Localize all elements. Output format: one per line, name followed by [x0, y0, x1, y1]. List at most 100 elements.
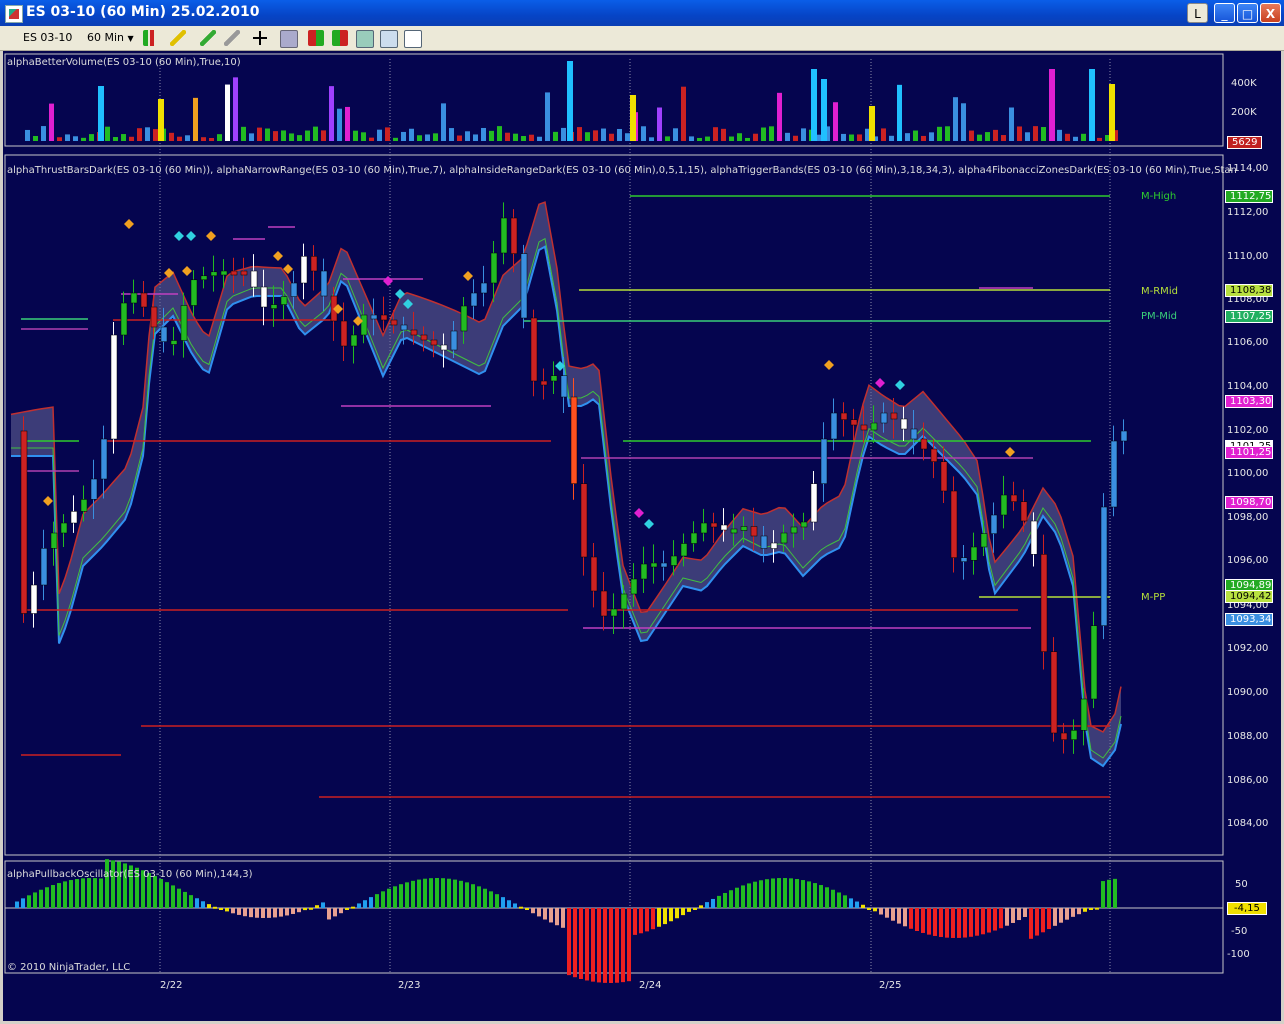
chart-area[interactable]: alphaBetterVolume(ES 03-10 (60 Min),True…	[3, 51, 1281, 1021]
candle-body	[730, 528, 738, 534]
oscillator-bar	[483, 888, 487, 908]
volume-bar	[945, 126, 950, 141]
price-tag: 1112,75	[1225, 190, 1273, 203]
volume-bar	[89, 134, 94, 141]
volume-bar	[769, 126, 774, 141]
volume-bar	[217, 134, 222, 141]
oscillator-bar	[249, 908, 253, 918]
volume-bar	[841, 133, 846, 141]
volume-bar	[593, 130, 598, 141]
volume-bar	[1057, 129, 1062, 141]
oscillator-bar	[915, 908, 919, 932]
volume-bar	[1009, 107, 1014, 141]
oscillator-bar	[921, 908, 925, 933]
draw-tool-icon[interactable]	[200, 30, 216, 46]
oscillator-bar	[399, 884, 403, 908]
time-axis-label: 2/23	[398, 980, 421, 991]
oscillator-bar	[783, 878, 787, 908]
volume-bar	[81, 137, 86, 141]
price-axis-label: 1092,00	[1227, 643, 1269, 654]
volume-bar	[297, 135, 302, 141]
oscillator-bar	[699, 905, 703, 908]
oscillator-bar	[423, 878, 427, 908]
candle-body	[180, 305, 188, 341]
oscillator-bar	[477, 886, 481, 908]
indicators-icon[interactable]	[332, 30, 348, 46]
level-label-m-pp: M-PP	[1141, 592, 1166, 603]
level-label-m-high: M-High	[1141, 191, 1177, 202]
oscillator-bar	[525, 908, 529, 910]
volume-bar	[537, 136, 542, 141]
interval-selector[interactable]: 60 Min ▼	[84, 29, 137, 47]
candle-body	[40, 548, 48, 586]
volume-bar	[121, 134, 126, 141]
volume-bar-peak	[869, 106, 875, 141]
draw-tool-disabled-icon[interactable]	[224, 30, 240, 46]
price-axis-label: 1098,00	[1227, 512, 1269, 523]
trigger-band-cloud	[11, 202, 1121, 766]
volume-bar	[889, 135, 894, 141]
maximize-button[interactable]: □	[1237, 3, 1258, 23]
volume-bar	[353, 130, 358, 141]
instrument-selector[interactable]: ES 03-10 ▼	[20, 29, 81, 61]
oscillator-bar	[597, 908, 601, 983]
oscillator-bar	[69, 880, 73, 908]
template-icon[interactable]	[404, 30, 422, 48]
oscillator-bar	[381, 891, 385, 908]
candle-body	[690, 532, 698, 544]
oscillator-bar	[651, 908, 655, 930]
candle-body	[850, 419, 858, 426]
oscillator-bar	[1053, 908, 1057, 926]
pencil-icon[interactable]	[170, 30, 186, 46]
signal-diamond	[383, 276, 393, 286]
oscillator-bar	[897, 908, 901, 924]
oscillator-bar	[33, 892, 37, 908]
strategies-icon[interactable]	[356, 30, 374, 48]
signal-diamond	[895, 380, 905, 390]
candle-body	[250, 270, 258, 288]
oscillator-bar	[801, 880, 805, 908]
copyright-text: © 2010 NinjaTrader, LLC	[7, 962, 131, 973]
oscillator-bar	[675, 908, 679, 919]
oscillator-bar	[591, 908, 595, 982]
volume-bar	[969, 130, 974, 141]
oscillator-bar	[453, 879, 457, 908]
data-box-icon[interactable]	[308, 30, 324, 46]
candle-body	[670, 555, 678, 566]
close-button[interactable]: X	[1260, 3, 1281, 23]
oscillator-bar	[171, 885, 175, 908]
oscillator-bar	[543, 908, 547, 920]
oscillator-bar	[1113, 878, 1117, 908]
crosshair-icon[interactable]	[252, 30, 268, 46]
candle-body	[290, 282, 298, 297]
minimize-button[interactable]: _	[1214, 3, 1235, 23]
zoom-icon[interactable]	[280, 30, 298, 48]
oscillator-bar	[627, 908, 631, 982]
volume-bar	[177, 136, 182, 141]
oscillator-bar	[513, 903, 517, 908]
volume-bar	[1097, 137, 1102, 141]
oscillator-bar	[603, 908, 607, 983]
bar-style-icon[interactable]	[143, 30, 159, 46]
oscillator-bar	[267, 908, 271, 918]
link-button[interactable]: L	[1187, 3, 1208, 23]
volume-bar	[473, 134, 478, 141]
oscillator-bar	[963, 908, 967, 938]
candle-body	[120, 302, 128, 336]
oscillator-bar	[177, 888, 181, 908]
oscillator-bar	[285, 908, 289, 916]
candle-body	[930, 448, 938, 462]
oscillator-bar	[57, 883, 61, 908]
oscillator-bar	[693, 908, 697, 910]
volume-bar	[881, 128, 886, 141]
oscillator-bar	[657, 908, 661, 927]
candle-body	[1060, 732, 1068, 740]
volume-bar	[57, 137, 62, 141]
oscillator-bar	[687, 908, 691, 912]
candle-body	[410, 329, 418, 336]
properties-icon[interactable]	[380, 30, 398, 48]
oscillator-bar	[945, 908, 949, 938]
oscillator-bar	[405, 882, 409, 908]
candle-body	[580, 483, 588, 558]
candle-body	[710, 522, 718, 528]
